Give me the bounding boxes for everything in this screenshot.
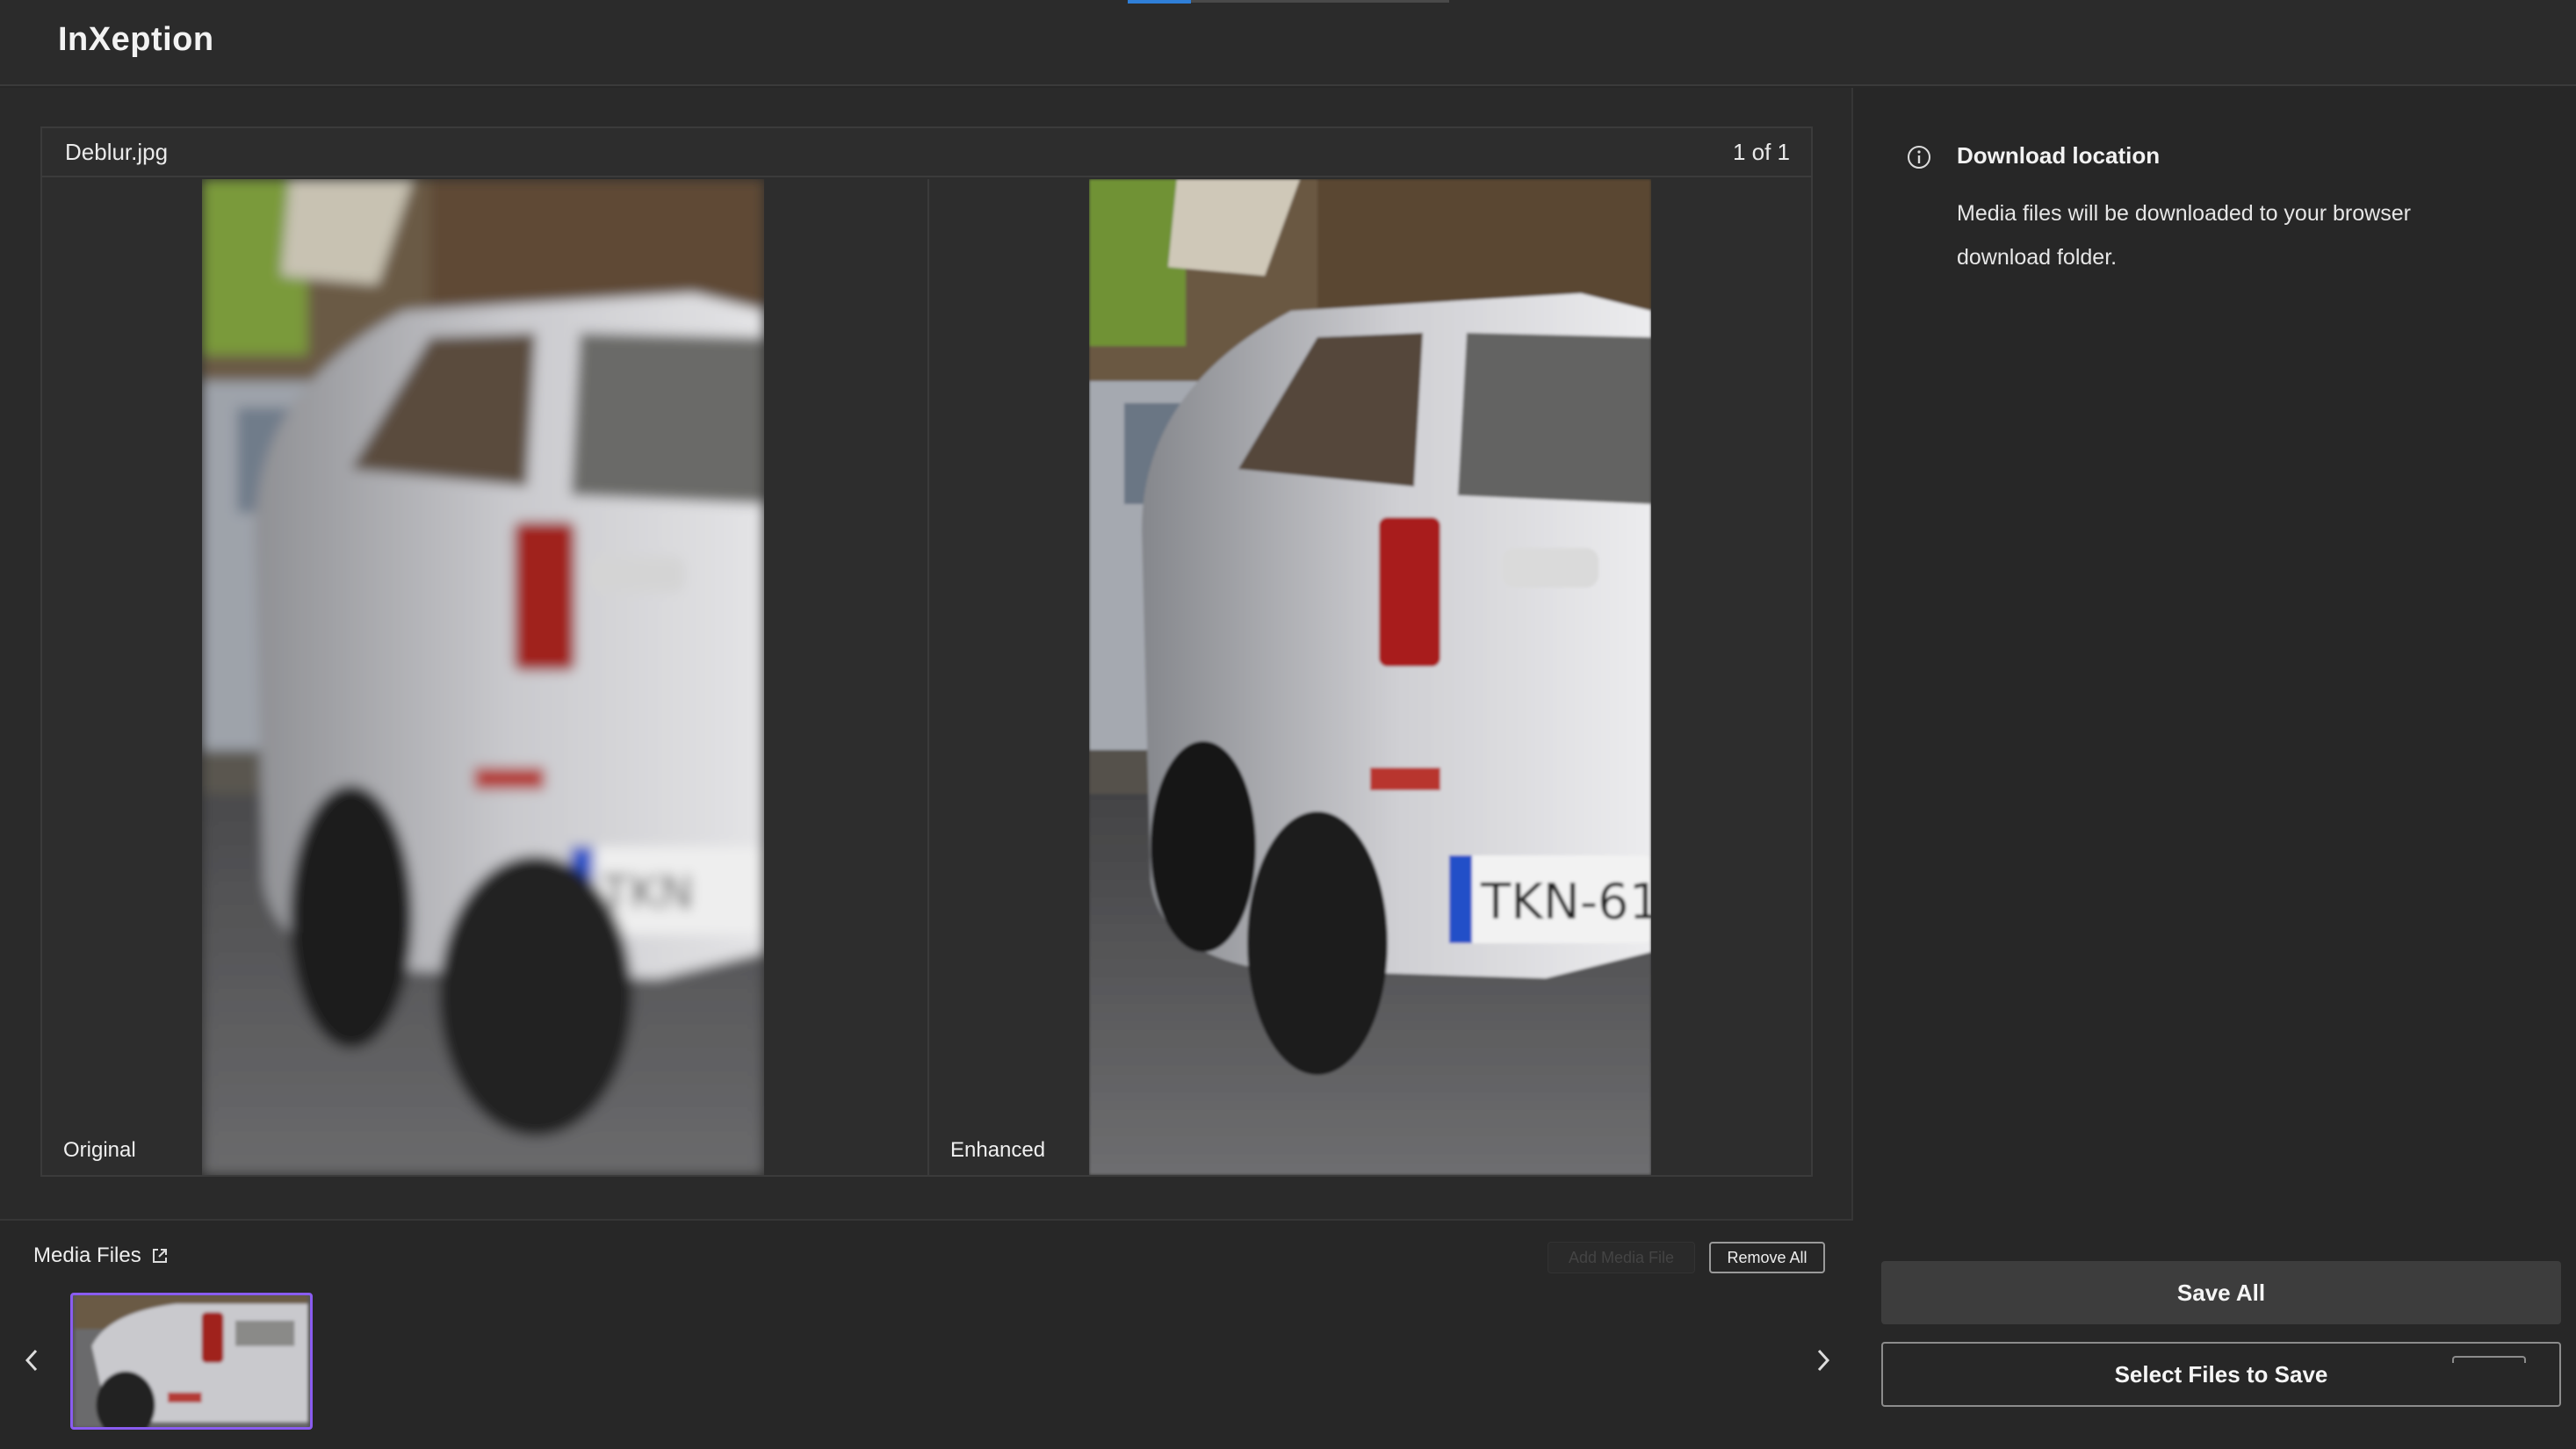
viewer-header: Deblur.jpg 1 of 1 (42, 128, 1811, 177)
app-header: InXeption (0, 0, 2576, 86)
select-files-to-save-button[interactable]: Select Files to Save (1881, 1342, 2561, 1407)
progress-indicator-track (1191, 0, 1449, 3)
enhanced-pane: TKN-61 Enhanced (927, 179, 1811, 1175)
svg-text:TKN: TKN (601, 867, 694, 919)
external-link-icon[interactable] (150, 1246, 170, 1265)
save-panel: Download location Media files will be do… (1855, 88, 2576, 1449)
preview-panel: Deblur.jpg 1 of 1 TKN Original TKN-61 En… (0, 88, 1853, 1219)
enhanced-image[interactable]: TKN-61 (1089, 179, 1651, 1175)
original-image[interactable]: TKN (202, 179, 764, 1175)
save-all-button[interactable]: Save All (1881, 1261, 2561, 1324)
app-title: InXeption (58, 21, 214, 58)
enhanced-car-photo: TKN-61 (1089, 179, 1651, 1175)
media-files-bar: Media Files Add Media File Remove All (0, 1219, 1853, 1449)
original-car-photo: TKN (202, 179, 764, 1175)
original-pane: TKN Original (42, 179, 926, 1175)
file-name: Deblur.jpg (65, 139, 169, 165)
svg-text:TKN-61: TKN-61 (1480, 874, 1651, 931)
chevron-left-icon[interactable] (16, 1338, 47, 1382)
add-media-file-button[interactable]: Add Media File (1548, 1242, 1695, 1273)
original-label: Original (63, 1138, 136, 1162)
media-files-title: Media Files (33, 1244, 141, 1267)
thumbnail-image (75, 1295, 308, 1427)
enhanced-label: Enhanced (950, 1138, 1046, 1162)
progress-indicator-active (1128, 0, 1191, 4)
download-location-description: Media files will be downloaded to your b… (1957, 201, 2411, 270)
chevron-right-icon[interactable] (1808, 1338, 1839, 1382)
corner-tab[interactable] (2452, 1356, 2526, 1363)
download-location-title: Download location (1957, 142, 2161, 169)
remove-all-button[interactable]: Remove All (1709, 1242, 1825, 1273)
info-icon (1906, 144, 1932, 170)
comparison-viewer: Deblur.jpg 1 of 1 TKN Original TKN-61 En… (40, 126, 1813, 1177)
file-counter: 1 of 1 (1732, 139, 1790, 165)
media-thumbnail-selected[interactable] (70, 1293, 313, 1430)
media-files-header: Media Files (33, 1244, 170, 1268)
